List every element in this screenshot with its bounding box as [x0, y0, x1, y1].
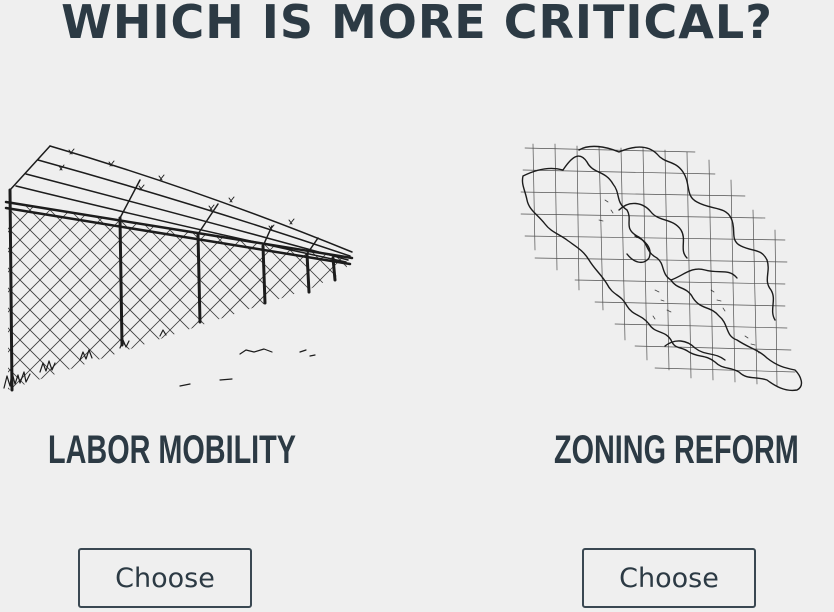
- choose-labor-mobility-button[interactable]: Choose: [78, 548, 252, 608]
- choose-zoning-reform-button[interactable]: Choose: [582, 548, 756, 608]
- page-title: WHICH IS MORE CRITICAL?: [61, 0, 773, 49]
- chain-link-fence-icon[interactable]: [0, 140, 360, 400]
- zoning-map-icon[interactable]: [515, 140, 810, 395]
- option-label-labor-mobility: LABOR MOBILITY: [48, 428, 296, 472]
- option-label-zoning-reform: ZONING REFORM: [554, 428, 799, 472]
